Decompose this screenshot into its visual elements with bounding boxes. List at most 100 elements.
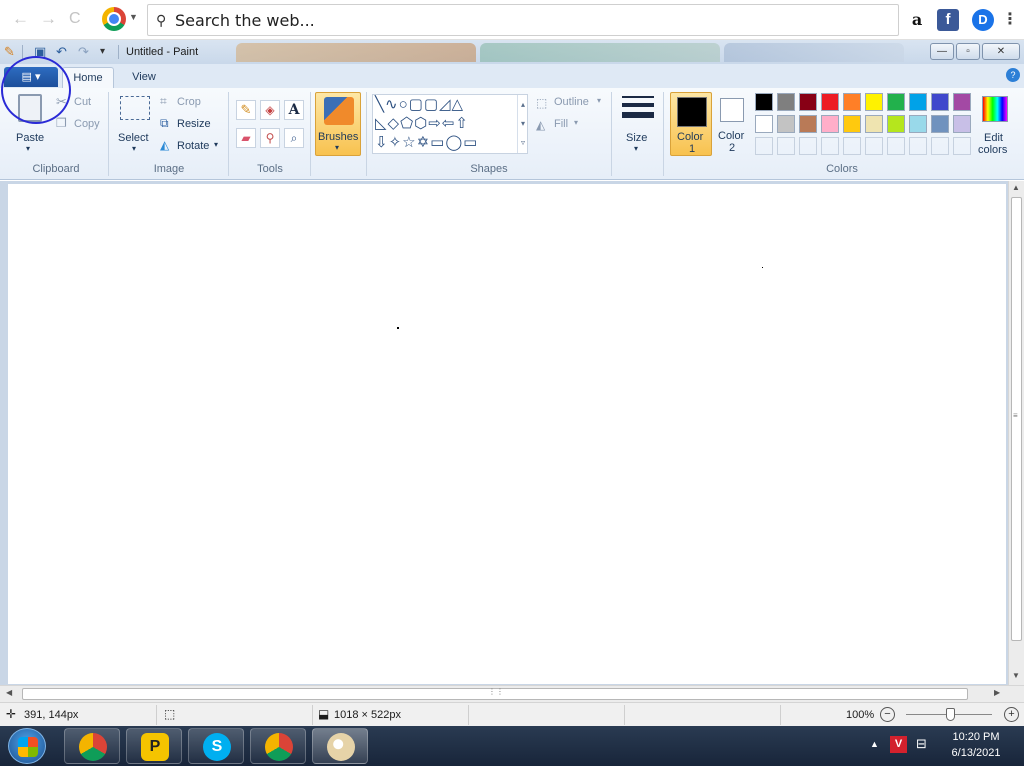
paste-button[interactable]: Paste ▾	[10, 92, 50, 156]
drawing-canvas[interactable]	[8, 184, 1006, 684]
paint-app-icon[interactable]: ✎	[4, 44, 15, 60]
size-button[interactable]: Size ▾	[618, 92, 658, 156]
taskbar-skype-button[interactable]: S	[188, 728, 244, 764]
shapes-scroll[interactable]: ▴ ▾ ▿	[517, 95, 528, 153]
palette-swatch[interactable]	[887, 115, 905, 133]
palette-swatch[interactable]	[799, 115, 817, 133]
chevron-down-icon[interactable]: ▼	[129, 12, 138, 22]
search-input[interactable]: ⚲ Search the web...	[147, 4, 899, 36]
scroll-right-icon[interactable]: ▶	[994, 688, 1000, 697]
brushes-button[interactable]: Brushes ▾	[315, 92, 361, 156]
edit-colors-button[interactable]: Edit colors	[976, 92, 1016, 158]
tab-view[interactable]: View	[118, 67, 170, 87]
minimize-button[interactable]: —	[930, 43, 954, 60]
horizontal-scrollbar[interactable]: ◀ ⋮⋮ ▶	[0, 685, 1024, 702]
save-icon[interactable]: ▣	[34, 44, 46, 60]
vertical-scrollbar[interactable]: ▲ ≡ ▼	[1008, 181, 1024, 685]
palette-swatch[interactable]	[865, 93, 883, 111]
taskbar-paint-button[interactable]	[312, 728, 368, 764]
network-icon[interactable]: ⊟	[916, 736, 927, 752]
fill-bucket-icon[interactable]: ◈	[260, 100, 280, 120]
palette-swatch[interactable]	[821, 115, 839, 133]
magnifier-icon[interactable]: ⌕	[284, 128, 304, 148]
custom-color-slot[interactable]	[909, 137, 927, 155]
undo-icon[interactable]: ↶	[56, 44, 67, 60]
custom-color-slot[interactable]	[821, 137, 839, 155]
pencil-icon[interactable]: ✎	[236, 100, 256, 120]
palette-swatch[interactable]	[865, 115, 883, 133]
taskbar-chrome-profile-button[interactable]	[250, 728, 306, 764]
scroll-left-icon[interactable]: ◀	[6, 688, 12, 697]
custom-color-slot[interactable]	[887, 137, 905, 155]
custom-color-slot[interactable]	[865, 137, 883, 155]
fill-button[interactable]: Fill	[554, 118, 568, 130]
reload-icon[interactable]: C	[69, 9, 81, 29]
tab-home[interactable]: Home	[62, 67, 114, 89]
forward-icon[interactable]: →	[40, 9, 57, 29]
custom-color-slot[interactable]	[843, 137, 861, 155]
show-hidden-icons[interactable]: ▲	[870, 739, 879, 749]
palette-swatch[interactable]	[953, 93, 971, 111]
eraser-icon[interactable]: ▰	[236, 128, 256, 148]
scroll-down-icon[interactable]: ▼	[1012, 671, 1020, 680]
color-picker-icon[interactable]: ⚲	[260, 128, 280, 148]
palette-swatch[interactable]	[755, 93, 773, 111]
divider	[780, 705, 781, 725]
clock-time[interactable]: 10:20 PM	[946, 731, 1006, 743]
palette-swatch[interactable]	[777, 115, 795, 133]
help-icon[interactable]: ?	[1006, 68, 1020, 82]
taskbar-chrome-button[interactable]	[64, 728, 120, 764]
facebook-extension-icon[interactable]: f	[937, 9, 959, 31]
palette-swatch[interactable]	[777, 93, 795, 111]
palette-swatch[interactable]	[909, 115, 927, 133]
file-menu-button[interactable]: ▤ ▾	[4, 67, 58, 87]
maximize-button[interactable]: ▫	[956, 43, 980, 60]
palette-swatch[interactable]	[843, 93, 861, 111]
palette-swatch[interactable]	[887, 93, 905, 111]
palette-swatch[interactable]	[821, 93, 839, 111]
custom-color-slot[interactable]	[953, 137, 971, 155]
divider	[468, 705, 469, 725]
text-tool-icon[interactable]: A	[284, 100, 304, 120]
resize-button[interactable]: Resize	[177, 118, 211, 130]
menu-icon[interactable]: ⋮	[1002, 9, 1018, 31]
v-tray-icon[interactable]: V	[890, 736, 907, 753]
select-button[interactable]: Select ▾	[116, 92, 156, 156]
zoom-slider-thumb[interactable]	[946, 708, 955, 721]
palette-swatch[interactable]	[953, 115, 971, 133]
palette-swatch[interactable]	[843, 115, 861, 133]
outline-button[interactable]: Outline	[554, 96, 589, 108]
scroll-up-icon[interactable]: ▲	[1012, 183, 1020, 192]
close-button[interactable]: ✕	[982, 43, 1020, 60]
shapes-gallery[interactable]: ╲∿○▢▢◿△ ◺◇⬠⬡⇨⇦⇧ ⇩✧☆✡▭◯▭ ▴ ▾ ▿	[372, 94, 528, 154]
palette-swatch[interactable]	[799, 93, 817, 111]
custom-color-slot[interactable]	[777, 137, 795, 155]
grip-icon: ≡	[1013, 411, 1018, 420]
chrome-logo-icon[interactable]	[102, 7, 126, 31]
color1-button[interactable]: Color 1	[670, 92, 712, 156]
taskbar-app-button[interactable]: P	[126, 728, 182, 764]
zoom-in-button[interactable]: +	[1004, 707, 1019, 722]
custom-color-slot[interactable]	[931, 137, 949, 155]
back-icon[interactable]: ←	[12, 9, 29, 29]
amazon-extension-icon[interactable]: a	[906, 9, 928, 31]
tools-group-label: Tools	[257, 163, 283, 175]
custom-color-slot[interactable]	[755, 137, 773, 155]
rotate-button[interactable]: Rotate	[177, 140, 209, 152]
cut-button[interactable]: Cut	[74, 96, 91, 108]
color2-button[interactable]: Color 2	[714, 92, 750, 156]
start-button[interactable]	[8, 728, 46, 764]
clock-date[interactable]: 6/13/2021	[946, 747, 1006, 759]
palette-swatch[interactable]	[931, 93, 949, 111]
crop-button[interactable]: Crop	[177, 96, 201, 108]
customize-qat-icon[interactable]: ▾	[100, 44, 105, 60]
zoom-level: 100%	[846, 709, 875, 721]
palette-swatch[interactable]	[931, 115, 949, 133]
custom-color-slot[interactable]	[799, 137, 817, 155]
zoom-out-button[interactable]: −	[880, 707, 895, 722]
d-extension-icon[interactable]: D	[972, 9, 994, 31]
redo-icon[interactable]: ↷	[78, 44, 89, 60]
copy-button[interactable]: Copy	[74, 118, 100, 130]
palette-swatch[interactable]	[755, 115, 773, 133]
palette-swatch[interactable]	[909, 93, 927, 111]
